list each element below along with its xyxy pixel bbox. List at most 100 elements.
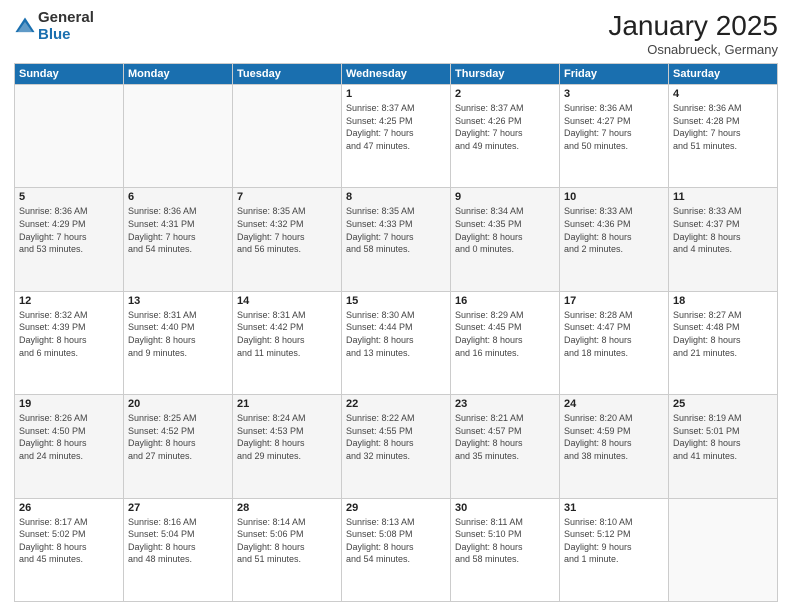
calendar-week-row: 12 Sunrise: 8:32 AM Sunset: 4:39 PM Dayli… xyxy=(15,291,778,394)
calendar-table: SundayMondayTuesdayWednesdayThursdayFrid… xyxy=(14,63,778,602)
calendar-cell: 27 Sunrise: 8:16 AM Sunset: 5:04 PM Dayli… xyxy=(124,498,233,601)
day-number: 19 xyxy=(19,398,119,410)
day-info: Sunrise: 8:28 AM Sunset: 4:47 PM Dayligh… xyxy=(564,309,664,359)
day-info: Sunrise: 8:36 AM Sunset: 4:27 PM Dayligh… xyxy=(564,102,664,152)
calendar-cell: 25 Sunrise: 8:19 AM Sunset: 5:01 PM Dayli… xyxy=(669,395,778,498)
calendar-cell: 12 Sunrise: 8:32 AM Sunset: 4:39 PM Dayli… xyxy=(15,291,124,394)
day-info: Sunrise: 8:36 AM Sunset: 4:29 PM Dayligh… xyxy=(19,205,119,255)
calendar-cell: 24Sunrise: 8:20 AM Sunset: 4:59 PM Dayli… xyxy=(560,395,669,498)
calendar-cell: 4 Sunrise: 8:36 AM Sunset: 4:28 PM Daylig… xyxy=(669,85,778,188)
logo-icon xyxy=(14,16,36,38)
calendar-cell xyxy=(15,85,124,188)
day-number: 29 xyxy=(346,502,446,514)
month-title: January 2025 xyxy=(608,10,778,42)
calendar-cell: 26 Sunrise: 8:17 AM Sunset: 5:02 PM Dayli… xyxy=(15,498,124,601)
day-number: 30 xyxy=(455,502,555,514)
day-number: 24 xyxy=(564,398,664,410)
day-number: 7 xyxy=(237,191,337,203)
day-number: 20 xyxy=(128,398,228,410)
calendar-header-wednesday: Wednesday xyxy=(342,64,451,85)
day-number: 11 xyxy=(673,191,773,203)
day-number: 1 xyxy=(346,88,446,100)
header: General Blue January 2025 Osnabrueck, Ge… xyxy=(14,10,778,57)
day-number: 12 xyxy=(19,295,119,307)
calendar-cell: 28 Sunrise: 8:14 AM Sunset: 5:06 PM Dayli… xyxy=(233,498,342,601)
calendar-cell: 13 Sunrise: 8:31 AM Sunset: 4:40 PM Dayli… xyxy=(124,291,233,394)
calendar-cell: 21 Sunrise: 8:24 AM Sunset: 4:53 PM Dayli… xyxy=(233,395,342,498)
calendar-week-row: 19 Sunrise: 8:26 AM Sunset: 4:50 PM Dayli… xyxy=(15,395,778,498)
day-info: Sunrise: 8:29 AM Sunset: 4:45 PM Dayligh… xyxy=(455,309,555,359)
calendar-cell: 31Sunrise: 8:10 AM Sunset: 5:12 PM Dayli… xyxy=(560,498,669,601)
day-number: 2 xyxy=(455,88,555,100)
logo-text: General Blue xyxy=(38,10,94,43)
calendar-header-row: SundayMondayTuesdayWednesdayThursdayFrid… xyxy=(15,64,778,85)
calendar-week-row: 1 Sunrise: 8:37 AM Sunset: 4:25 PM Daylig… xyxy=(15,85,778,188)
day-info: Sunrise: 8:21 AM Sunset: 4:57 PM Dayligh… xyxy=(455,412,555,462)
calendar-header-friday: Friday xyxy=(560,64,669,85)
day-info: Sunrise: 8:17 AM Sunset: 5:02 PM Dayligh… xyxy=(19,516,119,566)
calendar-cell: 29 Sunrise: 8:13 AM Sunset: 5:08 PM Dayli… xyxy=(342,498,451,601)
day-info: Sunrise: 8:31 AM Sunset: 4:40 PM Dayligh… xyxy=(128,309,228,359)
day-number: 25 xyxy=(673,398,773,410)
calendar-cell: 7 Sunrise: 8:35 AM Sunset: 4:32 PM Daylig… xyxy=(233,188,342,291)
day-info: Sunrise: 8:26 AM Sunset: 4:50 PM Dayligh… xyxy=(19,412,119,462)
calendar-cell: 17 Sunrise: 8:28 AM Sunset: 4:47 PM Dayli… xyxy=(560,291,669,394)
day-number: 21 xyxy=(237,398,337,410)
day-info: Sunrise: 8:35 AM Sunset: 4:32 PM Dayligh… xyxy=(237,205,337,255)
calendar-header-thursday: Thursday xyxy=(451,64,560,85)
calendar-cell: 1 Sunrise: 8:37 AM Sunset: 4:25 PM Daylig… xyxy=(342,85,451,188)
logo: General Blue xyxy=(14,10,94,43)
calendar-cell: 8Sunrise: 8:35 AM Sunset: 4:33 PM Daylig… xyxy=(342,188,451,291)
day-number: 8 xyxy=(346,191,446,203)
calendar-cell: 15 Sunrise: 8:30 AM Sunset: 4:44 PM Dayli… xyxy=(342,291,451,394)
day-number: 5 xyxy=(19,191,119,203)
calendar-cell: 14Sunrise: 8:31 AM Sunset: 4:42 PM Dayli… xyxy=(233,291,342,394)
day-number: 15 xyxy=(346,295,446,307)
day-number: 27 xyxy=(128,502,228,514)
day-info: Sunrise: 8:36 AM Sunset: 4:28 PM Dayligh… xyxy=(673,102,773,152)
calendar-cell xyxy=(124,85,233,188)
calendar-header-sunday: Sunday xyxy=(15,64,124,85)
day-info: Sunrise: 8:19 AM Sunset: 5:01 PM Dayligh… xyxy=(673,412,773,462)
day-number: 3 xyxy=(564,88,664,100)
day-number: 17 xyxy=(564,295,664,307)
calendar-header-monday: Monday xyxy=(124,64,233,85)
day-number: 31 xyxy=(564,502,664,514)
calendar-cell: 19 Sunrise: 8:26 AM Sunset: 4:50 PM Dayli… xyxy=(15,395,124,498)
day-info: Sunrise: 8:14 AM Sunset: 5:06 PM Dayligh… xyxy=(237,516,337,566)
day-info: Sunrise: 8:25 AM Sunset: 4:52 PM Dayligh… xyxy=(128,412,228,462)
day-number: 16 xyxy=(455,295,555,307)
page: General Blue January 2025 Osnabrueck, Ge… xyxy=(0,0,792,612)
calendar-cell: 6Sunrise: 8:36 AM Sunset: 4:31 PM Daylig… xyxy=(124,188,233,291)
calendar-cell: 20 Sunrise: 8:25 AM Sunset: 4:52 PM Dayli… xyxy=(124,395,233,498)
day-info: Sunrise: 8:32 AM Sunset: 4:39 PM Dayligh… xyxy=(19,309,119,359)
day-info: Sunrise: 8:33 AM Sunset: 4:36 PM Dayligh… xyxy=(564,205,664,255)
calendar-cell: 3 Sunrise: 8:36 AM Sunset: 4:27 PM Daylig… xyxy=(560,85,669,188)
calendar-cell: 16 Sunrise: 8:29 AM Sunset: 4:45 PM Dayli… xyxy=(451,291,560,394)
day-info: Sunrise: 8:37 AM Sunset: 4:25 PM Dayligh… xyxy=(346,102,446,152)
calendar-cell: 30Sunrise: 8:11 AM Sunset: 5:10 PM Dayli… xyxy=(451,498,560,601)
day-number: 22 xyxy=(346,398,446,410)
calendar-header-saturday: Saturday xyxy=(669,64,778,85)
day-info: Sunrise: 8:16 AM Sunset: 5:04 PM Dayligh… xyxy=(128,516,228,566)
calendar-cell: 22 Sunrise: 8:22 AM Sunset: 4:55 PM Dayli… xyxy=(342,395,451,498)
calendar-cell: 10Sunrise: 8:33 AM Sunset: 4:36 PM Dayli… xyxy=(560,188,669,291)
calendar-cell: 11Sunrise: 8:33 AM Sunset: 4:37 PM Dayli… xyxy=(669,188,778,291)
calendar-cell: 23Sunrise: 8:21 AM Sunset: 4:57 PM Dayli… xyxy=(451,395,560,498)
day-number: 13 xyxy=(128,295,228,307)
day-info: Sunrise: 8:24 AM Sunset: 4:53 PM Dayligh… xyxy=(237,412,337,462)
day-number: 9 xyxy=(455,191,555,203)
day-info: Sunrise: 8:31 AM Sunset: 4:42 PM Dayligh… xyxy=(237,309,337,359)
calendar-cell xyxy=(233,85,342,188)
day-info: Sunrise: 8:27 AM Sunset: 4:48 PM Dayligh… xyxy=(673,309,773,359)
calendar-cell: 18Sunrise: 8:27 AM Sunset: 4:48 PM Dayli… xyxy=(669,291,778,394)
day-number: 28 xyxy=(237,502,337,514)
day-number: 26 xyxy=(19,502,119,514)
calendar-cell xyxy=(669,498,778,601)
day-number: 4 xyxy=(673,88,773,100)
day-info: Sunrise: 8:13 AM Sunset: 5:08 PM Dayligh… xyxy=(346,516,446,566)
day-info: Sunrise: 8:22 AM Sunset: 4:55 PM Dayligh… xyxy=(346,412,446,462)
logo-blue: Blue xyxy=(38,27,94,44)
logo-general: General xyxy=(38,10,94,27)
day-info: Sunrise: 8:30 AM Sunset: 4:44 PM Dayligh… xyxy=(346,309,446,359)
